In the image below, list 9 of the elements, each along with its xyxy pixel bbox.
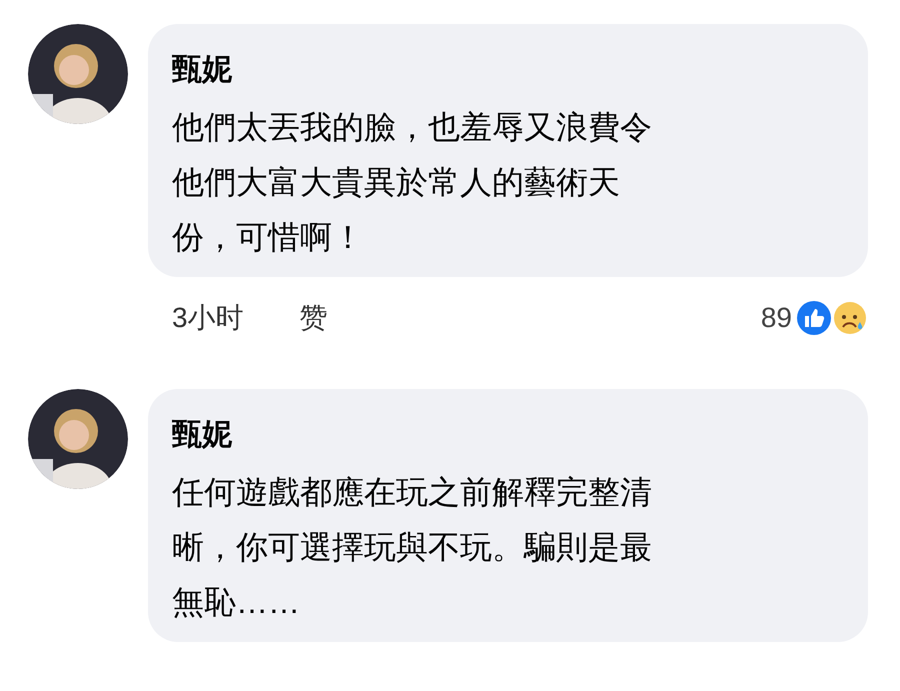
author-name[interactable]: 甄妮 bbox=[172, 48, 844, 92]
author-name[interactable]: 甄妮 bbox=[172, 413, 844, 457]
like-reaction-icon bbox=[796, 300, 832, 336]
sad-reaction-icon bbox=[832, 300, 868, 336]
comment-text: 任何遊戲都應在玩之前解釋完整清晰，你可選擇玩與不玩。騙則是最無恥…… bbox=[172, 473, 652, 622]
comment-text: 他們太丟我的臉，也羞辱又浪費令他們大富大貴異於常人的藝術天份，可惜啊！ bbox=[172, 108, 652, 257]
comment-time: 3小时 bbox=[172, 301, 244, 335]
reaction-count: 89 bbox=[760, 301, 792, 335]
like-link[interactable]: 赞 bbox=[300, 297, 328, 339]
